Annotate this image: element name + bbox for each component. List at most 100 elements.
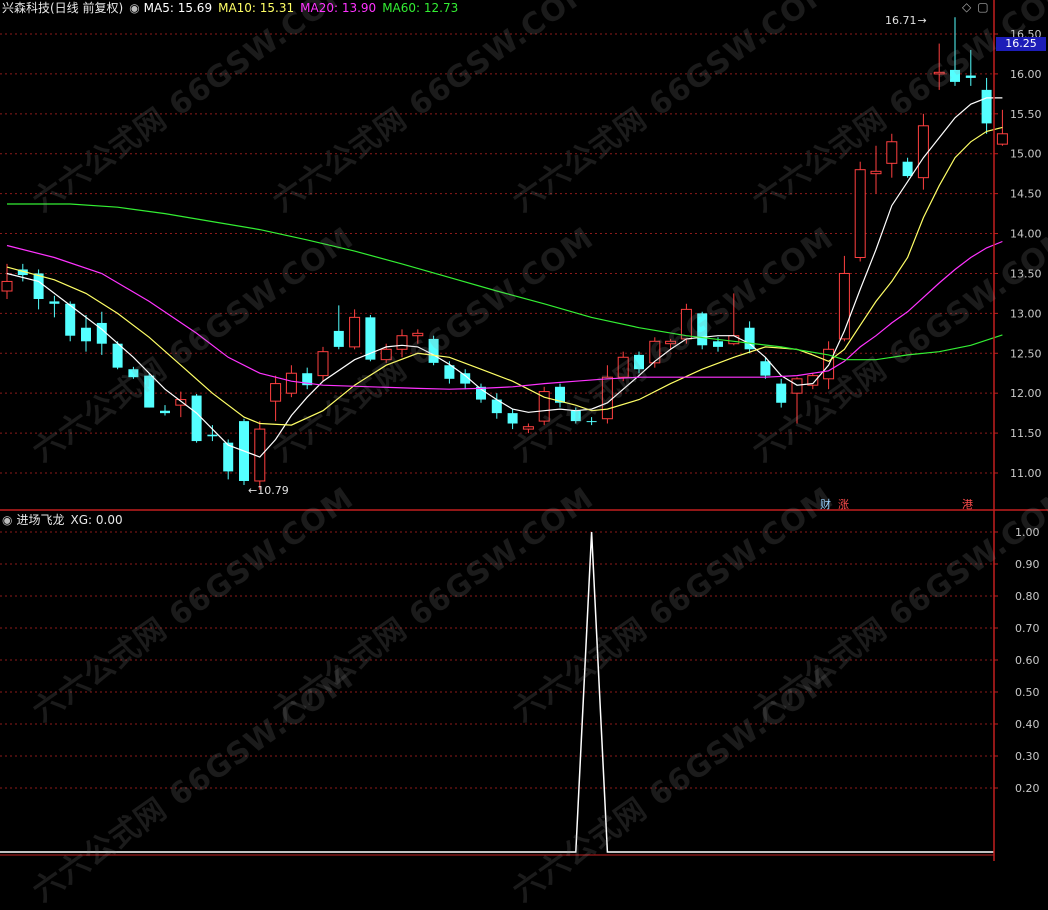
- candle: [697, 311, 708, 350]
- y-tick-label: 0.50: [1015, 686, 1040, 699]
- diamond-icon[interactable]: ◇: [962, 0, 971, 14]
- candle: [555, 383, 565, 408]
- candle-body: [270, 383, 282, 402]
- collapse-arrow-icon[interactable]: ◉: [2, 513, 12, 527]
- candle: [112, 341, 123, 370]
- event-tag-zhang[interactable]: 涨: [838, 496, 849, 512]
- y-tick-label: 12.00: [1010, 387, 1042, 400]
- ma20-line: [6, 240, 1003, 390]
- candle-body: [634, 354, 644, 370]
- candle-body: [333, 330, 344, 347]
- candle: [902, 157, 913, 178]
- candle: [950, 17, 960, 86]
- candle-body: [128, 369, 139, 378]
- moving-average-lines: [6, 97, 1003, 458]
- y-tick-label: 12.50: [1010, 347, 1042, 360]
- candle-body: [33, 273, 44, 299]
- candle-body: [380, 348, 392, 361]
- candle-body: [412, 332, 424, 337]
- candle-body: [617, 356, 629, 378]
- y-tick-label: 0.80: [1015, 590, 1040, 603]
- y-tick-label: 16.00: [1010, 68, 1042, 81]
- candle-body: [160, 410, 170, 414]
- high-annotation: 16.71→: [885, 14, 927, 27]
- candle-body: [144, 375, 155, 408]
- event-tag-cai[interactable]: 财: [820, 496, 831, 512]
- collapse-arrow-icon[interactable]: ◉: [129, 1, 139, 15]
- current-price-box: 16.25: [996, 37, 1046, 51]
- candle: [886, 133, 898, 178]
- y-tick-label: 0.40: [1015, 718, 1040, 731]
- y-tick-label: 13.00: [1010, 307, 1042, 320]
- y-tick-label: 0.70: [1015, 622, 1040, 635]
- candle-body: [317, 351, 329, 377]
- candle-body: [649, 340, 661, 364]
- candle: [507, 409, 518, 430]
- box-icon[interactable]: ▢: [977, 0, 988, 14]
- candle: [807, 373, 819, 390]
- candle: [538, 386, 550, 426]
- candle-body: [965, 75, 976, 78]
- candle: [665, 338, 677, 350]
- candle: [617, 351, 629, 382]
- candle-body: [870, 170, 882, 175]
- candle-body: [760, 361, 771, 376]
- candle: [349, 309, 361, 350]
- candle-body: [81, 327, 91, 342]
- xg-value: XG: 0.00: [70, 513, 123, 527]
- candle: [917, 113, 929, 190]
- stock-chart[interactable]: 16.5016.0015.5015.0014.5014.0013.5013.00…: [0, 0, 1048, 861]
- ma60-label: MA60: 12.73: [382, 1, 459, 15]
- candle-body: [996, 133, 1008, 145]
- candle-body: [791, 378, 803, 394]
- chart-axes: 16.5016.0015.5015.0014.5014.0013.5013.00…: [0, 0, 1048, 861]
- candle: [680, 303, 692, 344]
- candle-body: [1, 280, 13, 292]
- candle-body: [680, 308, 692, 340]
- y-tick-label: 14.00: [1010, 228, 1042, 241]
- stock-title: 兴森科技(日线 前复权): [2, 1, 124, 15]
- candle-body: [697, 313, 708, 346]
- y-tick-label: 11.00: [1010, 467, 1042, 480]
- candle: [965, 49, 976, 86]
- candle-body: [191, 395, 202, 442]
- candle: [317, 346, 329, 382]
- candle: [428, 335, 439, 366]
- candle-body: [601, 376, 613, 420]
- candle-body: [49, 301, 60, 304]
- candle: [412, 329, 424, 344]
- candle-body: [349, 316, 361, 348]
- y-tick-label: 15.50: [1010, 108, 1042, 121]
- y-tick-label: 14.50: [1010, 188, 1042, 201]
- candle-body: [776, 383, 787, 403]
- candle-body: [207, 434, 218, 437]
- candle: [649, 337, 661, 368]
- candlesticks[interactable]: [1, 17, 1008, 490]
- candle-body: [933, 71, 945, 75]
- candle-body: [396, 335, 408, 350]
- candle: [96, 311, 107, 355]
- sub-grid: [0, 531, 994, 789]
- y-tick-label: 11.50: [1010, 427, 1042, 440]
- candle: [160, 405, 170, 416]
- ma5-label: MA5: 15.69: [143, 1, 213, 15]
- candle: [302, 367, 313, 390]
- candle-body: [902, 161, 913, 177]
- y-tick-label: 0.30: [1015, 750, 1040, 763]
- candle: [49, 295, 60, 318]
- candle: [522, 423, 534, 434]
- candle: [933, 43, 945, 90]
- candle-body: [522, 426, 534, 430]
- candle: [744, 321, 755, 354]
- indicator-title: 进场飞龙: [16, 513, 65, 527]
- event-tag-gang[interactable]: 港: [962, 496, 973, 512]
- candle: [634, 351, 644, 374]
- y-tick-label: 0.60: [1015, 654, 1040, 667]
- candle-body: [285, 372, 297, 394]
- candle-body: [112, 343, 123, 368]
- candle: [838, 255, 850, 342]
- candle: [270, 375, 282, 422]
- ma20-label: MA20: 13.90: [300, 1, 377, 15]
- ma5-line: [6, 97, 1003, 458]
- candle: [333, 305, 344, 350]
